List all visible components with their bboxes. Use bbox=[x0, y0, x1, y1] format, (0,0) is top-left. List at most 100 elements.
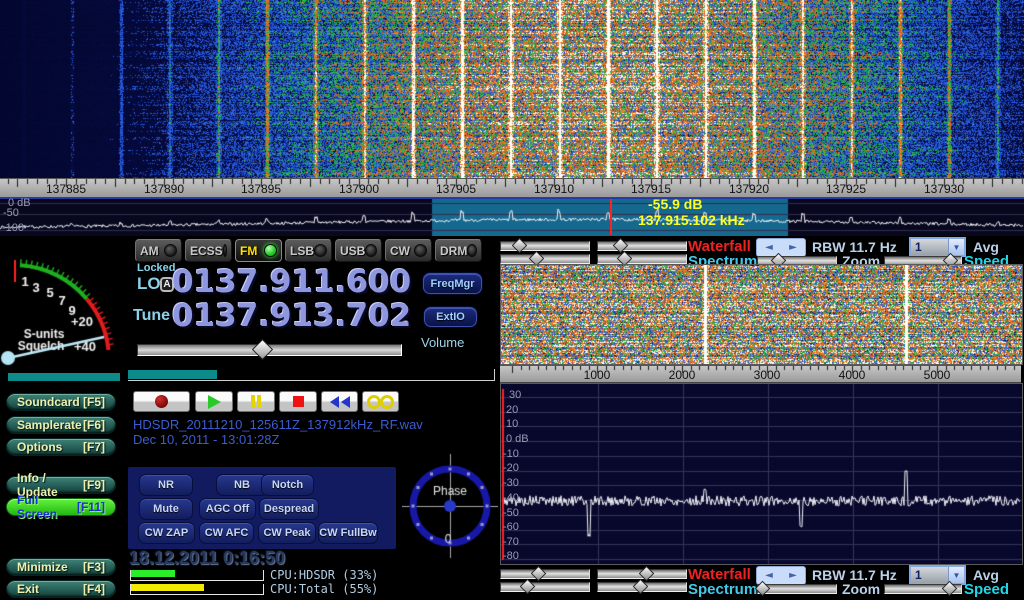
speed2-slider[interactable] bbox=[884, 584, 962, 594]
arrow-right-icon[interactable]: ► bbox=[789, 242, 797, 253]
spectrum-lower-slider[interactable] bbox=[597, 254, 687, 264]
button-key: [F3] bbox=[83, 560, 105, 574]
mode-cw-button[interactable]: CW bbox=[385, 239, 432, 262]
slider-thumb[interactable] bbox=[942, 581, 958, 597]
slider-thumb[interactable] bbox=[511, 238, 527, 254]
cw-zap-button[interactable]: CW ZAP bbox=[138, 522, 195, 544]
freqmgr-button[interactable]: FreqMgr bbox=[423, 273, 482, 294]
avg2-dropdown[interactable]: 1 ▼ bbox=[909, 565, 966, 585]
slider-thumb[interactable] bbox=[520, 579, 536, 595]
pause-button[interactable] bbox=[237, 391, 275, 412]
playback-progress-fill bbox=[128, 370, 217, 379]
rf-frequency-scale[interactable]: 137885 137890 137895 137900 137905 13791… bbox=[0, 178, 1024, 198]
mode-usb-button[interactable]: USB bbox=[335, 239, 382, 262]
volume-label: Volume bbox=[421, 335, 464, 350]
loop-icon bbox=[367, 395, 381, 409]
spectrum2-upper-slider[interactable] bbox=[500, 582, 590, 592]
samplerate-button[interactable]: Samplerate [F6] bbox=[6, 416, 116, 434]
playback-progress-bar[interactable] bbox=[128, 369, 495, 381]
audio-db-label: -80 bbox=[503, 550, 519, 562]
mode-drm-button[interactable]: DRM bbox=[435, 239, 482, 262]
mode-lsb-button[interactable]: LSB bbox=[285, 239, 332, 262]
info-update-button[interactable]: Info / Update [F9] bbox=[6, 476, 116, 494]
agc-off-button[interactable]: AGC Off bbox=[199, 498, 256, 520]
notch-button[interactable]: Notch bbox=[261, 474, 314, 496]
audio-tick-label: 1000 bbox=[584, 368, 611, 382]
rf-spectrum-display[interactable] bbox=[0, 198, 1024, 236]
audio-tick-label: 5000 bbox=[924, 368, 951, 382]
freq-tick-label: 137895 bbox=[241, 182, 281, 196]
mute-button[interactable]: Mute bbox=[139, 498, 193, 520]
pause-icon bbox=[251, 395, 255, 408]
minimize-button[interactable]: Minimize [F3] bbox=[6, 558, 116, 576]
nr-button[interactable]: NR bbox=[139, 474, 193, 496]
waterfall-shift-spinner[interactable]: ◄► bbox=[756, 238, 806, 257]
record-button[interactable] bbox=[133, 391, 190, 412]
button-label: Samplerate bbox=[17, 418, 82, 432]
waterfall-lower-slider[interactable] bbox=[597, 241, 687, 251]
stop-icon bbox=[293, 396, 304, 407]
tune-frequency-marker[interactable] bbox=[610, 199, 612, 235]
mode-am-button[interactable]: AM bbox=[135, 239, 182, 262]
despread-button[interactable]: Despread bbox=[259, 498, 319, 520]
volume-slider-thumb[interactable] bbox=[252, 339, 273, 360]
squelch-level-bar[interactable] bbox=[8, 373, 120, 381]
audio-frequency-scale[interactable]: 1000 2000 3000 4000 5000 bbox=[500, 365, 1021, 383]
full-screen-button[interactable]: Full Screen [F11] bbox=[6, 498, 116, 516]
waterfall2-upper-slider[interactable] bbox=[500, 569, 590, 579]
tune-label: Tune bbox=[133, 307, 170, 325]
exit-button[interactable]: Exit [F4] bbox=[6, 580, 116, 598]
arrow-right-icon[interactable]: ► bbox=[789, 570, 797, 581]
button-key: [F4] bbox=[83, 582, 105, 596]
audio-tick-label: 4000 bbox=[839, 368, 866, 382]
avg-dropdown[interactable]: 1 ▼ bbox=[909, 237, 966, 257]
loop-button[interactable] bbox=[362, 391, 399, 412]
button-key: [F7] bbox=[83, 440, 105, 454]
mode-label: CW bbox=[390, 244, 410, 258]
loop-icon bbox=[380, 395, 394, 409]
waterfall2-lower-slider[interactable] bbox=[597, 569, 687, 579]
mode-ecss-button[interactable]: ECSS bbox=[185, 239, 232, 262]
cw-afc-button[interactable]: CW AFC bbox=[199, 522, 254, 544]
soundcard-button[interactable]: Soundcard [F5] bbox=[6, 393, 116, 411]
avg-dropdown-value: 1 bbox=[911, 239, 948, 255]
slider-thumb[interactable] bbox=[613, 238, 629, 254]
zoom2-slider[interactable] bbox=[757, 584, 837, 594]
wav-file-name: HDSDR_20111210_125611Z_137912kHz_RF.wav bbox=[133, 417, 423, 432]
button-label: Full Screen bbox=[17, 493, 77, 521]
rf-waterfall-display[interactable] bbox=[0, 0, 1024, 178]
lo-frequency-display[interactable]: 0137.911.600 bbox=[172, 264, 411, 300]
cw-peak-button[interactable]: CW Peak bbox=[258, 522, 316, 544]
spectrum-upper-slider[interactable] bbox=[500, 254, 590, 264]
speed2-label: Speed bbox=[964, 581, 1009, 598]
button-key: [F9] bbox=[83, 478, 105, 492]
play-button[interactable] bbox=[195, 391, 233, 412]
audio-waterfall-display[interactable] bbox=[500, 264, 1023, 365]
cw-fullbw-button[interactable]: CW FullBw bbox=[318, 522, 378, 544]
slider-thumb[interactable] bbox=[531, 566, 547, 582]
arrow-left-icon[interactable]: ◄ bbox=[765, 570, 773, 581]
cpu-hdsdr-bar bbox=[130, 570, 264, 581]
rf-db-label: -100 bbox=[2, 222, 24, 234]
slider-thumb[interactable] bbox=[633, 579, 649, 595]
freq-tick-label: 137915 bbox=[631, 182, 671, 196]
extio-button[interactable]: ExtIO bbox=[424, 307, 477, 327]
chevron-down-icon[interactable]: ▼ bbox=[948, 567, 964, 583]
stop-button[interactable] bbox=[279, 391, 317, 412]
rewind-button[interactable] bbox=[321, 391, 358, 412]
audio-spectrum-display[interactable] bbox=[500, 383, 1023, 565]
volume-slider[interactable] bbox=[137, 344, 402, 356]
lo-label: LO bbox=[137, 274, 161, 294]
audio-tick-label: 3000 bbox=[754, 368, 781, 382]
mode-led-icon bbox=[365, 244, 377, 257]
clock-display: 18.12.2011 0:16:50 bbox=[129, 548, 285, 569]
slider-thumb[interactable] bbox=[755, 581, 771, 597]
tune-frequency-display[interactable]: 0137.913.702 bbox=[172, 298, 411, 334]
options-button[interactable]: Options [F7] bbox=[6, 438, 116, 456]
spectrum2-lower-slider[interactable] bbox=[597, 582, 687, 592]
mode-fm-button[interactable]: FM bbox=[235, 239, 282, 262]
cpu-total-bar bbox=[130, 584, 264, 595]
arrow-left-icon[interactable]: ◄ bbox=[765, 242, 773, 253]
mode-label: USB bbox=[340, 244, 365, 258]
waterfall-upper-slider[interactable] bbox=[500, 241, 590, 251]
